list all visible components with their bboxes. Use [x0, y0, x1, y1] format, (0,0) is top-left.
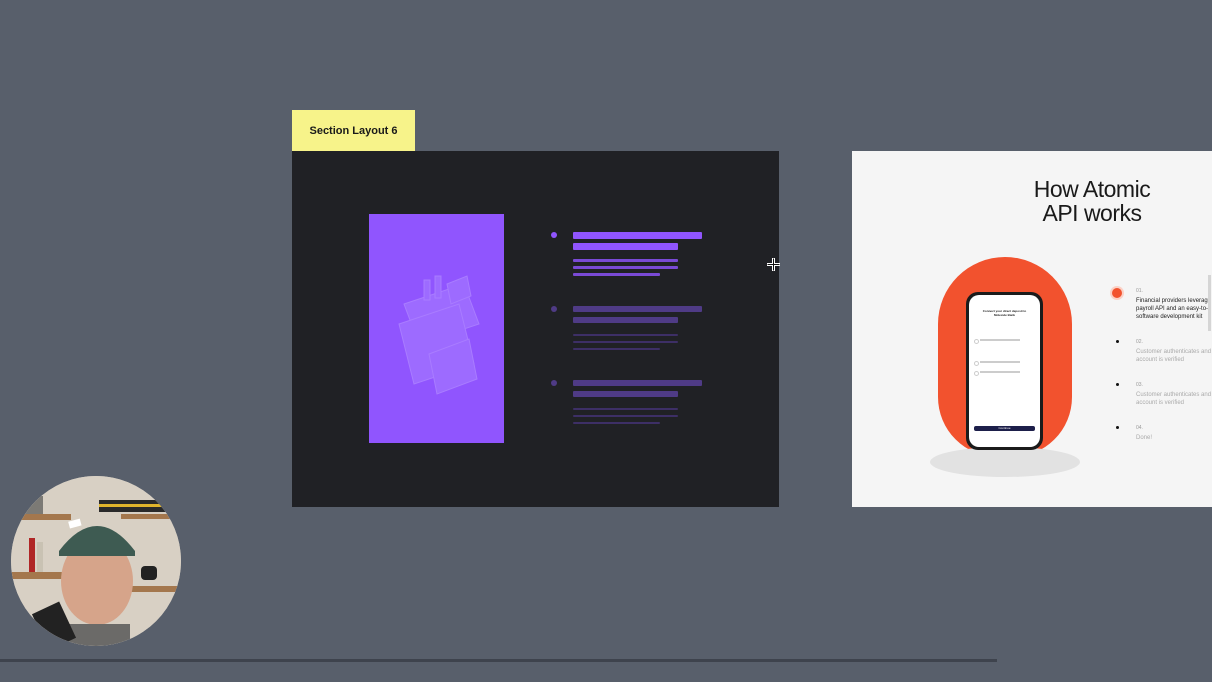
light-slide-thumbnail[interactable]: How Atomic API works Connect your direct…	[852, 151, 1212, 507]
placeholder-text-1c	[573, 273, 660, 276]
step-3-number: 03.	[1136, 382, 1143, 388]
webcam-presenter-video	[11, 476, 181, 646]
section-layout-label[interactable]: Section Layout 6	[292, 110, 415, 151]
phone-continue-button: Continue	[974, 426, 1035, 431]
phone-option-line-3	[980, 371, 1020, 373]
step-1-marker	[1112, 288, 1122, 298]
presenter-avatar-icon	[11, 476, 181, 646]
placeholder-text-1a	[573, 259, 678, 262]
bullet-dot-3	[551, 380, 557, 386]
bullet-dot-1	[551, 232, 557, 238]
placeholder-text-3b	[573, 415, 678, 417]
step-4-number: 04.	[1136, 425, 1143, 431]
placeholder-text-2b	[573, 341, 678, 343]
placeholder-text-2a	[573, 334, 678, 336]
step-2-line-1: Customer authenticates and	[1136, 349, 1212, 355]
step-1-line-1: Financial providers leverage	[1136, 298, 1212, 304]
step-1-line-2: payroll API and an easy-to-i	[1136, 306, 1210, 312]
placeholder-heading-1b	[573, 243, 678, 250]
move-cursor-icon	[767, 258, 780, 271]
step-2-line-2: account is verified	[1136, 357, 1185, 363]
phone-option-line-2	[980, 361, 1020, 363]
phone-option-line-1	[980, 339, 1020, 341]
purple-illustration-card	[369, 214, 504, 443]
step-4-marker	[1116, 426, 1119, 429]
dark-slide-thumbnail[interactable]	[292, 151, 779, 507]
phone-option-icon-2	[974, 361, 979, 366]
step-3-line-1: Customer authenticates and	[1136, 392, 1212, 398]
step-3-line-2: account is verified	[1136, 400, 1185, 406]
placeholder-heading-1a	[573, 232, 702, 239]
placeholder-heading-3a	[573, 380, 702, 386]
slide-title-line-1: How Atomic	[1033, 176, 1151, 202]
slide-title: How Atomic API works	[1002, 177, 1182, 225]
phone-option-icon-3	[974, 371, 979, 376]
slide-title-line-2: API works	[1042, 200, 1142, 226]
bullet-dot-2	[551, 306, 557, 312]
phone-mockup: Connect your direct deposit to Molecule …	[966, 292, 1043, 450]
placeholder-heading-2b	[573, 317, 678, 323]
video-progress-bar[interactable]	[0, 659, 997, 662]
phone-heading-2: Molecule Bank	[993, 313, 1015, 317]
isometric-illustration-icon	[398, 275, 480, 395]
placeholder-text-2c	[573, 348, 660, 350]
placeholder-text-1b	[573, 266, 678, 269]
placeholder-text-3a	[573, 408, 678, 410]
scrollbar[interactable]	[1208, 275, 1211, 331]
step-2-number: 02.	[1136, 339, 1143, 345]
phone-option-icon-1	[974, 339, 979, 344]
step-4-line-1: Done!	[1136, 435, 1153, 441]
section-layout-label-text: Section Layout 6	[309, 124, 398, 137]
placeholder-heading-2a	[573, 306, 702, 312]
phone-shadow	[930, 447, 1080, 477]
phone-continue-label: Continue	[998, 426, 1011, 430]
phone-screen: Connect your direct deposit to Molecule …	[969, 295, 1040, 447]
step-3-marker	[1116, 383, 1119, 386]
placeholder-text-3c	[573, 422, 660, 424]
step-1-line-3: software development kit	[1136, 314, 1203, 320]
placeholder-heading-3b	[573, 391, 678, 397]
step-1-number: 01.	[1136, 288, 1143, 294]
step-2-marker	[1116, 340, 1119, 343]
